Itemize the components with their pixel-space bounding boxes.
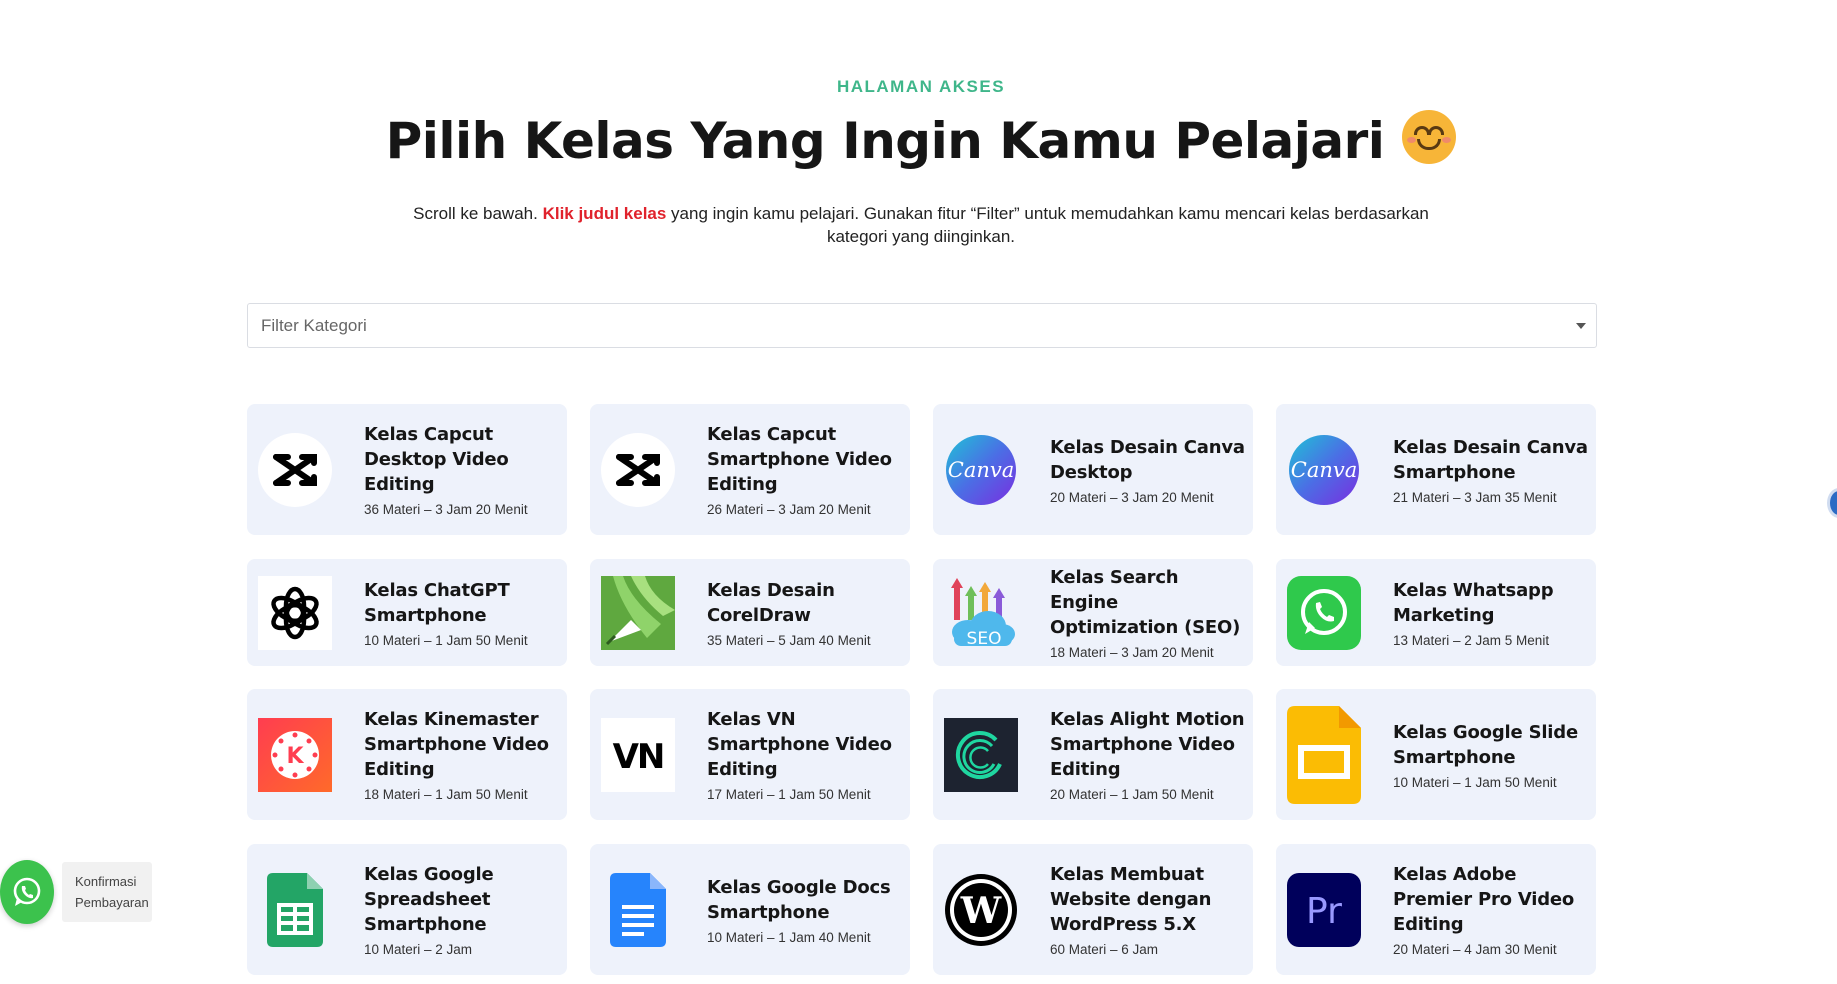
svg-text:W: W <box>960 890 1002 932</box>
course-meta: 36 Materi – 3 Jam 20 Menit <box>364 502 528 517</box>
course-meta: 60 Materi – 6 Jam <box>1050 942 1159 957</box>
course-meta: 18 Materi – 1 Jam 50 Menit <box>364 787 528 802</box>
payment-confirmation-label[interactable]: Konfirmasi Pembayaran <box>62 862 152 922</box>
course-meta: 10 Materi – 1 Jam 50 Menit <box>364 632 528 648</box>
intro-text-before: Scroll ke bawah. <box>413 204 543 223</box>
premiere-pro-icon: Pr <box>1287 872 1361 947</box>
alight-motion-icon <box>944 717 1018 792</box>
course-card[interactable]: Kelas ChatGPT Smartphone 10 Materi – 1 Ja… <box>247 559 567 666</box>
course-meta: 13 Materi – 2 Jam 5 Menit <box>1393 632 1550 648</box>
intro-text-after: yang ingin kamu pelajari. Gunakan fitur … <box>666 204 1429 246</box>
course-title-link[interactable]: Kelas Search Engine Optimization (SEO) <box>1050 565 1250 640</box>
course-title-link[interactable]: Kelas Google Spreadsheet Smartphone <box>364 862 564 937</box>
course-meta: 10 Materi – 1 Jam 50 Menit <box>1393 774 1557 790</box>
course-card[interactable]: Canva Kelas Desain Canva Desktop 20 Mater… <box>933 404 1253 535</box>
course-title-link[interactable]: Kelas Capcut Desktop Video Editing <box>364 422 564 497</box>
filter-placeholder: Filter Kategori <box>261 316 367 335</box>
google-docs-icon <box>601 872 675 947</box>
course-card[interactable]: Kelas Google Spreadsheet Smartphone 10 Ma… <box>247 844 567 975</box>
page-title: Pilih Kelas Yang Ingin Kamu Pelajari <box>0 110 1837 170</box>
course-card[interactable]: Kelas Desain CorelDraw 35 Materi – 5 Jam … <box>590 559 910 666</box>
side-widget-button[interactable] <box>1827 488 1837 518</box>
chevron-down-icon[interactable] <box>1576 323 1586 329</box>
svg-text:Pr: Pr <box>1306 891 1342 932</box>
payment-confirmation-line2: Pembayaran <box>75 895 149 910</box>
course-card[interactable]: Kelas Capcut Smartphone Video Editing 26 … <box>590 404 910 535</box>
whatsapp-float-button[interactable] <box>0 860 54 924</box>
course-title-link[interactable]: Kelas Google Docs Smartphone <box>707 875 907 925</box>
course-card[interactable]: Kelas Whatsapp Marketing 13 Materi – 2 Ja… <box>1276 559 1596 666</box>
course-title-link[interactable]: Kelas Whatsapp Marketing <box>1393 578 1593 628</box>
course-meta: 20 Materi – 3 Jam 20 Menit <box>1050 489 1214 505</box>
canva-icon: Canva <box>1287 433 1361 507</box>
course-card[interactable]: VN Kelas VN Smartphone Video Editing 17 M… <box>590 689 910 820</box>
capcut-icon <box>258 432 332 507</box>
course-title-link[interactable]: Kelas Desain CorelDraw <box>707 578 907 628</box>
course-card[interactable]: Kelas Google Slide Smartphone 10 Materi –… <box>1276 689 1596 820</box>
course-card[interactable]: Kelas Capcut Desktop Video Editing 36 Mat… <box>247 404 567 535</box>
kinemaster-icon: K <box>258 717 332 792</box>
course-title-link[interactable]: Kelas Kinemaster Smartphone Video Editin… <box>364 707 564 782</box>
course-meta: 10 Materi – 2 Jam <box>364 942 473 957</box>
seo-cloud-icon: SEO <box>944 576 1018 650</box>
course-title-link[interactable]: Kelas Adobe Premier Pro Video Editing <box>1393 862 1593 937</box>
course-card[interactable]: Kelas Alight Motion Smartphone Video Edi… <box>933 689 1253 820</box>
course-title-link[interactable]: Kelas Alight Motion Smartphone Video Edi… <box>1050 707 1250 782</box>
course-meta: 17 Materi – 1 Jam 50 Menit <box>707 787 871 802</box>
intro-highlight: Klik judul kelas <box>542 204 667 223</box>
course-card[interactable]: Pr Kelas Adobe Premier Pro Video Editing… <box>1276 844 1596 975</box>
course-meta: 10 Materi – 1 Jam 40 Menit <box>707 929 871 945</box>
wordpress-icon: W <box>944 873 1018 947</box>
section-eyebrow: HALAMAN AKSES <box>836 77 1006 96</box>
course-meta: 26 Materi – 3 Jam 20 Menit <box>707 502 871 517</box>
course-card[interactable]: Kelas Google Docs Smartphone 10 Materi – … <box>590 844 910 975</box>
svg-text:SEO: SEO <box>967 629 1002 649</box>
course-meta: 20 Materi – 1 Jam 50 Menit <box>1050 787 1214 802</box>
course-meta: 20 Materi – 4 Jam 30 Menit <box>1393 942 1557 957</box>
course-title-link[interactable]: Kelas Membuat Website dengan WordPress 5… <box>1050 862 1250 937</box>
course-card[interactable]: SEO Kelas Search Engine Optimization (SE… <box>933 559 1253 666</box>
course-title-link[interactable]: Kelas Capcut Smartphone Video Editing <box>707 422 907 497</box>
svg-text:K: K <box>286 744 304 769</box>
course-title-link[interactable]: Kelas VN Smartphone Video Editing <box>707 707 907 782</box>
page-title-text: Pilih Kelas Yang Ingin Kamu Pelajari <box>385 112 1385 170</box>
category-filter-select[interactable]: Filter Kategori <box>247 303 1597 348</box>
course-title-link[interactable]: Kelas Google Slide Smartphone <box>1393 720 1593 770</box>
svg-text:Canva: Canva <box>1291 458 1358 482</box>
payment-confirmation-line1: Konfirmasi <box>75 874 137 889</box>
course-card[interactable]: Canva Kelas Desain Canva Smartphone 21 Ma… <box>1276 404 1596 535</box>
intro-text: Scroll ke bawah. Klik judul kelas yang i… <box>390 202 1452 248</box>
whatsapp-icon <box>1287 575 1361 650</box>
course-title-link[interactable]: Kelas ChatGPT Smartphone <box>364 578 564 628</box>
course-card[interactable]: K Kelas Kinemaster Smartphone Video Edit… <box>247 689 567 820</box>
whatsapp-icon <box>13 877 41 906</box>
chatgpt-icon <box>258 575 332 650</box>
capcut-icon <box>601 432 675 507</box>
smiling-face-icon <box>1402 110 1457 164</box>
course-meta: 21 Materi – 3 Jam 35 Menit <box>1393 489 1557 505</box>
google-slides-icon <box>1287 705 1361 804</box>
course-title-link[interactable]: Kelas Desain Canva Desktop <box>1050 435 1250 485</box>
course-meta: 18 Materi – 3 Jam 20 Menit <box>1050 645 1214 660</box>
svg-text:VN: VN <box>613 737 664 777</box>
svg-text:Canva: Canva <box>948 458 1015 482</box>
course-meta: 35 Materi – 5 Jam 40 Menit <box>707 632 871 648</box>
google-sheets-icon <box>258 872 332 947</box>
canva-icon: Canva <box>944 433 1018 507</box>
vn-icon: VN <box>601 717 675 792</box>
coreldraw-icon <box>601 575 675 650</box>
course-title-link[interactable]: Kelas Desain Canva Smartphone <box>1393 435 1593 485</box>
course-card[interactable]: W Kelas Membuat Website dengan WordPress… <box>933 844 1253 975</box>
